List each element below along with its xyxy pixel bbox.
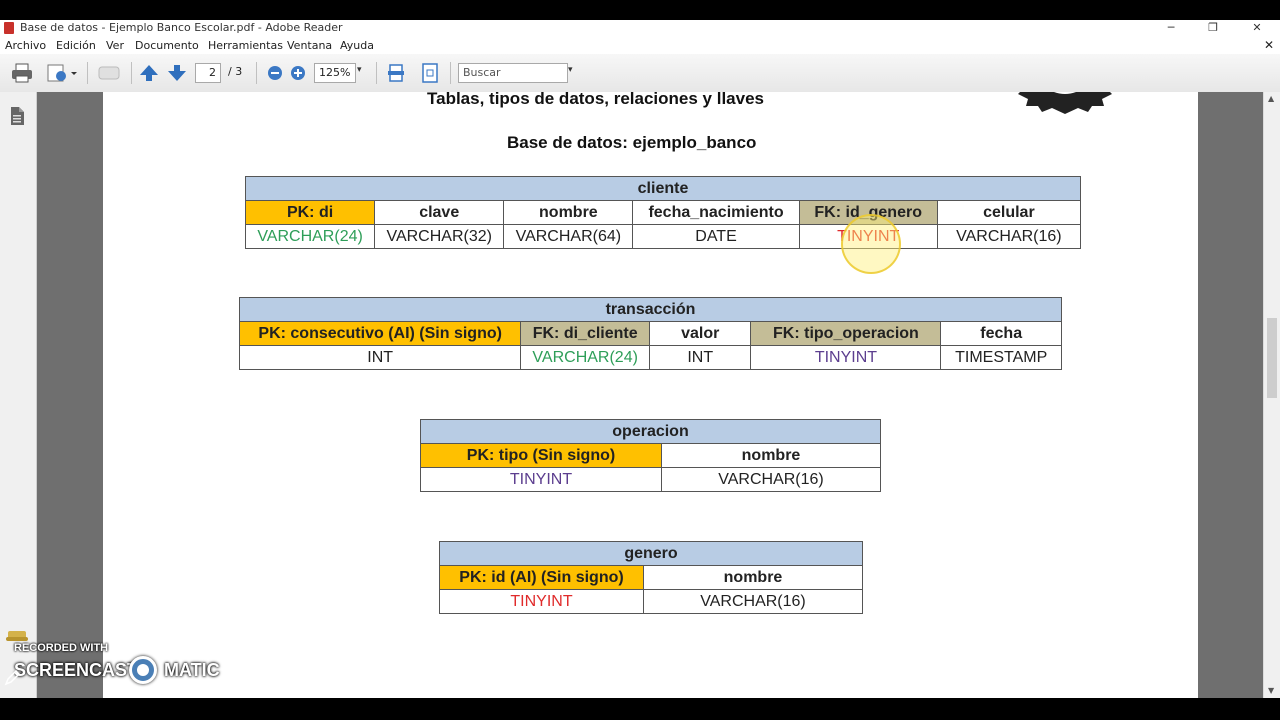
page-total: / 3	[228, 65, 243, 78]
school-seal-logo	[1018, 92, 1113, 118]
column-header: PK: consecutivo (AI) (Sin signo)	[238, 321, 522, 346]
menu-ver[interactable]: Ver	[106, 39, 124, 52]
column-type: TINYINT	[439, 589, 644, 614]
zoom-out-icon[interactable]	[265, 62, 285, 84]
column-header: nombre	[643, 565, 863, 590]
pencil-icon	[4, 669, 21, 690]
menu-archivo[interactable]: Archivo	[5, 39, 46, 52]
document-viewport[interactable]: Tablas, tipos de datos, relaciones y lla…	[37, 92, 1263, 698]
menu-documento[interactable]: Documento	[135, 39, 199, 52]
screencast-logo-icon	[129, 656, 157, 684]
table-cliente: cliente PK: di clave nombre fecha_nacimi…	[244, 176, 1082, 249]
minimize-button[interactable]: ─	[1156, 20, 1186, 37]
column-header: FK: di_cliente	[520, 321, 650, 346]
column-type: VARCHAR(32)	[374, 224, 505, 249]
table-name: cliente	[245, 176, 1081, 201]
close-document-button[interactable]: ✕	[1264, 38, 1274, 52]
column-type: VARCHAR(64)	[503, 224, 634, 249]
menu-ayuda[interactable]: Ayuda	[340, 39, 374, 52]
column-header: fecha	[940, 321, 1062, 346]
restore-button[interactable]: ❐	[1198, 20, 1228, 37]
column-type: TIMESTAMP	[940, 345, 1062, 370]
bottom-black-bar	[0, 698, 1280, 720]
search-dropdown-chevron-icon[interactable]: ▾	[568, 65, 573, 87]
zoom-in-icon[interactable]	[288, 62, 308, 84]
database-heading: Base de datos: ejemplo_banco	[507, 133, 757, 152]
column-type: VARCHAR(16)	[661, 467, 881, 492]
zoom-level-input[interactable]: 125%	[314, 63, 356, 83]
column-header: nombre	[503, 200, 634, 225]
column-type: TINYINT	[750, 345, 942, 370]
column-header: FK: tipo_operacion	[750, 321, 942, 346]
column-type: DATE	[632, 224, 800, 249]
scroll-down-arrow-icon[interactable]: ▼	[1268, 686, 1274, 695]
column-header: PK: di	[244, 200, 376, 225]
fit-width-icon[interactable]	[385, 62, 407, 84]
menu-herramientas[interactable]: Herramientas	[208, 39, 283, 52]
table-name: genero	[439, 541, 863, 566]
column-type: TINYINT	[420, 467, 662, 492]
zoom-dropdown-chevron-icon[interactable]: ▾	[357, 65, 362, 87]
window-title-bar: Base de datos - Ejemplo Banco Escolar.pd…	[0, 20, 1280, 37]
column-header: valor	[648, 321, 752, 346]
column-header: celular	[936, 200, 1082, 225]
matic-label: MATIC	[164, 660, 220, 680]
window-title: Base de datos - Ejemplo Banco Escolar.pd…	[20, 21, 343, 34]
table-genero: genero PK: id (AI) (Sin signo) nombre TI…	[439, 541, 863, 614]
column-header: nombre	[661, 443, 881, 468]
column-type: VARCHAR(24)	[520, 345, 650, 370]
vertical-scrollbar[interactable]: ▲ ▼	[1263, 92, 1280, 698]
fit-page-icon[interactable]	[419, 62, 441, 84]
scroll-up-arrow-icon[interactable]: ▲	[1268, 94, 1274, 103]
column-type: INT	[648, 345, 752, 370]
previous-page-icon[interactable]	[138, 62, 160, 84]
cursor-highlight	[841, 214, 901, 274]
page-heading: Tablas, tipos de datos, relaciones y lla…	[427, 92, 764, 108]
menu-ventana[interactable]: Ventana	[287, 39, 332, 52]
close-window-button[interactable]: ✕	[1242, 20, 1272, 37]
toolbar: 2 / 3 125% ▾ Buscar ▾	[0, 54, 1280, 93]
menu-edicion[interactable]: Edición	[56, 39, 96, 52]
column-header: PK: id (AI) (Sin signo)	[439, 565, 644, 590]
column-header: PK: tipo (Sin signo)	[420, 443, 662, 468]
column-type: VARCHAR(16)	[936, 224, 1082, 249]
pdf-page: Tablas, tipos de datos, relaciones y lla…	[103, 92, 1198, 698]
column-type: INT	[238, 345, 522, 370]
column-type: VARCHAR(16)	[643, 589, 863, 614]
screencast-label: SCREENCAST	[14, 660, 139, 680]
table-transaccion: transacción PK: consecutivo (AI) (Sin si…	[238, 297, 1062, 370]
table-name: operacion	[420, 419, 881, 444]
print-icon[interactable]	[10, 62, 34, 84]
menu-bar: Archivo Edición Ver Documento Herramient…	[0, 37, 1280, 54]
table-name: transacción	[239, 297, 1062, 322]
search-input[interactable]: Buscar	[458, 63, 568, 83]
adobe-reader-icon	[4, 22, 14, 34]
scroll-thumb[interactable]	[1267, 318, 1277, 398]
screencast-watermark: RECORDED WITH SCREENCAST MATIC	[0, 628, 240, 698]
next-page-icon[interactable]	[166, 62, 188, 84]
column-type: VARCHAR(24)	[244, 224, 376, 249]
pages-panel-icon[interactable]	[8, 106, 26, 130]
column-header: clave	[374, 200, 505, 225]
column-header: fecha_nacimiento	[632, 200, 800, 225]
navigation-panel	[0, 92, 37, 698]
table-operacion: operacion PK: tipo (Sin signo) nombre TI…	[420, 419, 881, 492]
collaborate-icon[interactable]	[96, 62, 122, 84]
recorded-with-label: RECORDED WITH	[14, 642, 109, 654]
export-icon[interactable]	[44, 62, 78, 84]
page-number-input[interactable]: 2	[195, 63, 221, 83]
